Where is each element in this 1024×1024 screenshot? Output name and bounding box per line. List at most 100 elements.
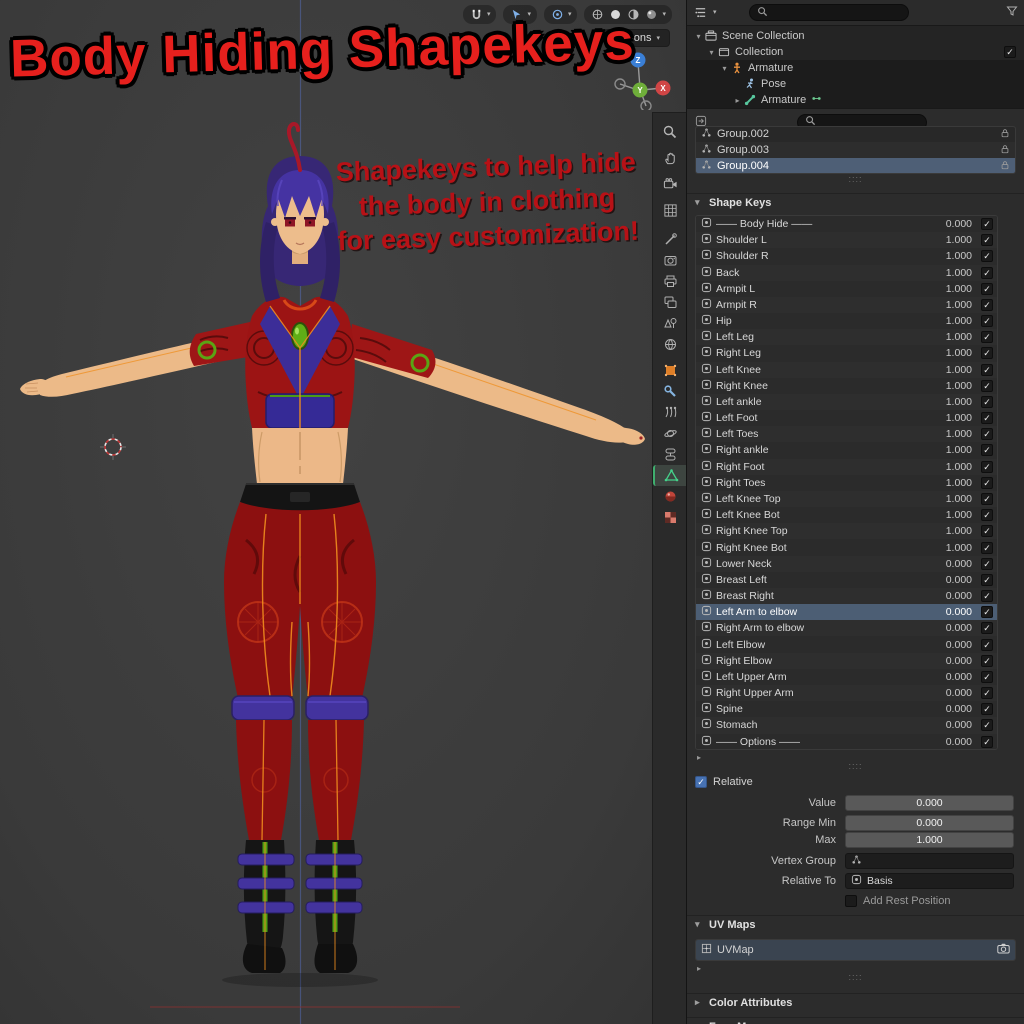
shape-key-value[interactable]: 1.000 [926,396,972,408]
outliner-search[interactable] [749,4,909,21]
shape-key-checkbox[interactable]: ✓ [981,541,993,554]
resize-grip[interactable]: :::: [687,762,1024,771]
shape-key-row[interactable]: Right Toes 1.000 ✓ [696,474,997,491]
shape-key-row[interactable]: Left Toes 1.000 ✓ [696,426,997,443]
range-min-field[interactable]: 0.000 [845,815,1014,831]
resize-grip[interactable]: :::: [687,175,1024,184]
shape-key-row[interactable]: Left Knee 1.000 ✓ [696,361,997,378]
shape-key-value[interactable]: 1.000 [926,283,972,295]
tab-constraints[interactable] [653,444,687,465]
shading-rendered-icon[interactable] [644,7,659,22]
outliner-editor-icon[interactable] [693,5,708,20]
outliner-row[interactable]: ▾ Armature [687,60,1024,76]
uv-maps-section-header[interactable]: ▾ UV Maps [687,915,1024,933]
shape-key-row[interactable]: Spine 0.000 ✓ [696,701,997,718]
disclosure-icon[interactable]: ▾ [706,48,717,57]
grid-icon[interactable] [659,199,681,221]
lock-icon[interactable] [1000,128,1010,141]
shape-key-row[interactable]: Left Arm to elbow 0.000 ✓ [696,604,997,621]
shape-key-checkbox[interactable]: ✓ [981,412,993,425]
disclosure-icon[interactable]: ▾ [719,64,730,73]
shape-key-value[interactable]: 1.000 [926,477,972,489]
shape-key-value[interactable]: 1.000 [926,525,972,537]
vertex-group-row[interactable]: Group.003 [696,142,1015,158]
shape-key-value[interactable]: 0.000 [926,558,972,570]
tab-scene[interactable] [653,313,687,334]
shape-key-value[interactable]: 1.000 [926,347,972,359]
shape-key-row[interactable]: Right Elbow 0.000 ✓ [696,652,997,669]
relative-checkbox[interactable]: ✓ [695,776,707,788]
outliner-row[interactable]: ▾ Scene Collection [687,28,1024,44]
tab-modifiers[interactable] [653,381,687,402]
outliner-row[interactable]: ▾ Collection ✓ [687,44,1024,60]
shape-key-value[interactable]: 0.000 [926,218,972,230]
shape-key-value[interactable]: 0.000 [926,606,972,618]
outliner-row[interactable]: ▸ Armature [687,92,1024,108]
shape-key-row[interactable]: Breast Left 0.000 ✓ [696,571,997,588]
shape-key-value[interactable]: 1.000 [926,250,972,262]
shape-key-row[interactable]: Left Foot 1.000 ✓ [696,410,997,427]
value-slider[interactable]: 0.000 [845,795,1014,811]
shape-key-value[interactable]: 1.000 [926,444,972,456]
shape-key-checkbox[interactable]: ✓ [981,444,993,457]
shape-key-checkbox[interactable]: ✓ [981,347,993,360]
uv-map-row[interactable]: UVMap [696,940,1015,960]
shape-key-value[interactable]: 1.000 [926,364,972,376]
tab-physics[interactable] [653,423,687,444]
tab-object-data[interactable] [653,465,687,486]
lock-icon[interactable] [1000,160,1010,173]
shape-key-row[interactable]: Left Elbow 0.000 ✓ [696,636,997,653]
tab-world[interactable] [653,334,687,355]
shape-key-value[interactable]: 1.000 [926,234,972,246]
chevron-down-icon[interactable]: ▾ [662,11,666,18]
shape-key-value[interactable]: 1.000 [926,267,972,279]
shape-key-checkbox[interactable]: ✓ [981,331,993,344]
shape-key-value[interactable]: 1.000 [926,461,972,473]
shape-key-value[interactable]: 1.000 [926,299,972,311]
shape-key-checkbox[interactable]: ✓ [981,719,993,732]
shape-key-checkbox[interactable]: ✓ [981,282,993,295]
shape-key-checkbox[interactable]: ✓ [981,525,993,538]
shape-key-row[interactable]: —— Body Hide —— 0.000 ✓ [696,216,997,233]
shape-key-checkbox[interactable]: ✓ [981,557,993,570]
shape-key-value[interactable]: 0.000 [926,687,972,699]
shape-key-value[interactable]: 0.000 [926,719,972,731]
shape-key-value[interactable]: 1.000 [926,493,972,505]
zoom-icon[interactable] [659,121,681,143]
tab-output[interactable] [653,271,687,292]
vertex-group-row[interactable]: Group.002 [696,127,1015,142]
viewport-3d[interactable]: ▾ ▾ ▾ ▾ Options ▾ Z X Y Body Hiding Shap… [0,0,686,1024]
shape-key-value[interactable]: 0.000 [926,574,972,586]
filter-funnel-icon[interactable] [1006,4,1018,22]
shape-key-row[interactable]: Left ankle 1.000 ✓ [696,393,997,411]
shape-key-row[interactable]: Lower Neck 0.000 ✓ [696,555,997,572]
shape-key-row[interactable]: Left Leg 1.000 ✓ [696,329,997,346]
shape-key-checkbox[interactable]: ✓ [981,363,993,376]
shape-key-checkbox[interactable]: ✓ [981,298,993,311]
face-maps-section-header[interactable]: ▸ Face Maps [687,1017,1024,1024]
tab-particles[interactable] [653,402,687,423]
shape-key-row[interactable]: —— Options —— 0.000 ✓ [696,733,997,749]
relative-to-field[interactable]: Basis [845,873,1014,889]
shape-key-value[interactable]: 1.000 [926,428,972,440]
shape-key-checkbox[interactable]: ✓ [981,509,993,522]
shape-key-value[interactable]: 0.000 [926,639,972,651]
shape-key-row[interactable]: Right ankle 1.000 ✓ [696,442,997,459]
vertex-group-field[interactable] [845,853,1014,869]
shape-key-value[interactable]: 1.000 [926,542,972,554]
shape-key-checkbox[interactable]: ✓ [981,573,993,586]
disclosure-icon[interactable]: ▾ [693,32,704,41]
shape-key-row[interactable]: Back 1.000 ✓ [696,264,997,281]
shape-key-checkbox[interactable]: ✓ [981,622,993,635]
shape-key-value[interactable]: 1.000 [926,315,972,327]
color-attributes-section-header[interactable]: ▸ Color Attributes [687,993,1024,1011]
shape-key-checkbox[interactable]: ✓ [981,476,993,489]
shape-key-value[interactable]: 1.000 [926,509,972,521]
shape-key-checkbox[interactable]: ✓ [981,250,993,263]
pan-hand-icon[interactable] [659,147,681,169]
shape-key-row[interactable]: Right Leg 1.000 ✓ [696,345,997,362]
shape-key-checkbox[interactable]: ✓ [981,606,993,619]
tab-render[interactable] [653,250,687,271]
shape-key-row[interactable]: Right Upper Arm 0.000 ✓ [696,684,997,702]
tab-material[interactable] [653,486,687,507]
